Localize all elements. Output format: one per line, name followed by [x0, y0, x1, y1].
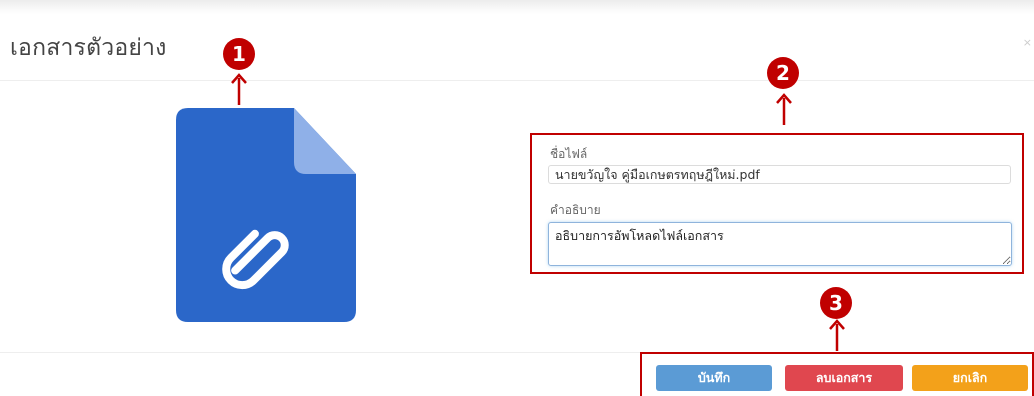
top-shadow [0, 0, 1034, 14]
filename-field[interactable]: นายขวัญใจ คู่มือเกษตรทฤษฎีใหม่.pdf [548, 165, 1011, 184]
header-divider [0, 80, 1034, 81]
callout-marker-3: 3 [820, 287, 852, 319]
close-icon[interactable]: × [1023, 36, 1032, 49]
delete-document-button[interactable]: ลบเอกสาร [785, 365, 903, 391]
description-label: คำอธิบาย [550, 203, 601, 217]
arrow-up-icon [231, 73, 247, 105]
filename-label: ชื่อไฟล์ [550, 147, 588, 161]
save-button[interactable]: บันทึก [656, 365, 772, 391]
callout-marker-2: 2 [767, 57, 799, 89]
arrow-up-icon [829, 319, 845, 351]
modal-title: เอกสารตัวอย่าง [10, 35, 167, 61]
document-attachment-icon [176, 108, 356, 322]
callout-marker-1: 1 [223, 38, 255, 70]
description-field[interactable] [548, 222, 1012, 266]
cancel-button[interactable]: ยกเลิก [912, 365, 1028, 391]
arrow-up-icon [776, 93, 792, 125]
